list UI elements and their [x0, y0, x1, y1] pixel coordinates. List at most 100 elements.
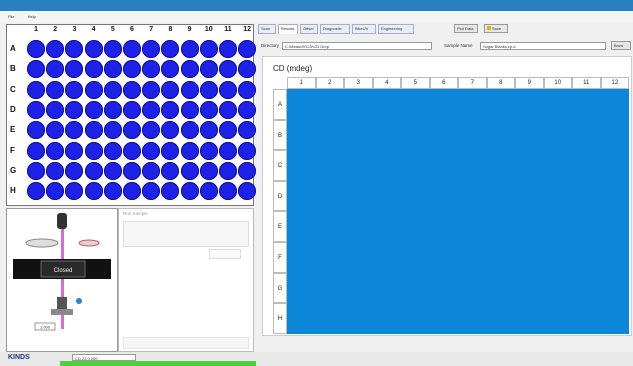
plate-well[interactable]	[46, 100, 65, 119]
plate-well[interactable]	[199, 141, 218, 160]
grid-cell[interactable]	[572, 211, 601, 242]
grid-cell[interactable]	[372, 242, 401, 273]
grid-cell[interactable]	[572, 180, 601, 212]
plate-well[interactable]	[142, 141, 161, 160]
grid-cell[interactable]	[600, 119, 629, 151]
grid-cell[interactable]	[572, 242, 601, 273]
plate-well[interactable]	[142, 60, 161, 79]
plate-well[interactable]	[161, 141, 180, 160]
plate-well[interactable]	[46, 80, 65, 99]
plate-well[interactable]	[123, 121, 141, 140]
plate-well[interactable]	[103, 182, 122, 201]
grid-cell[interactable]	[515, 89, 544, 120]
plate-well[interactable]	[219, 161, 237, 180]
menu-item-help[interactable]: Help	[28, 14, 36, 19]
grid-cell[interactable]	[543, 150, 572, 181]
grid-cell[interactable]	[372, 272, 401, 304]
grid-cell[interactable]	[515, 180, 544, 212]
grid-cell[interactable]	[315, 242, 344, 273]
grid-cell[interactable]	[600, 211, 629, 242]
grid-cell[interactable]	[458, 119, 487, 151]
grid-cell[interactable]	[401, 150, 430, 181]
plate-well[interactable]	[142, 121, 161, 140]
plate-well[interactable]	[180, 141, 199, 160]
plate-well[interactable]	[65, 100, 84, 119]
plate-well[interactable]	[199, 100, 218, 119]
grid-cell[interactable]	[429, 150, 458, 181]
grid-cell[interactable]	[600, 272, 629, 304]
plate-well[interactable]	[123, 161, 141, 180]
plate-well[interactable]	[65, 161, 84, 180]
plate-well[interactable]	[142, 40, 161, 58]
plate-well[interactable]	[219, 141, 237, 160]
plate-well[interactable]	[161, 182, 180, 201]
tab-bikeuv[interactable]: BikeUV	[352, 24, 376, 34]
plate-well[interactable]	[238, 121, 257, 140]
grid-cell[interactable]	[515, 303, 544, 334]
grid-cell[interactable]	[515, 119, 544, 151]
directory-field[interactable]: C:\MeasUV\CD\CD Drop	[282, 42, 432, 50]
plate-well[interactable]	[84, 40, 103, 58]
run-panel-button[interactable]	[209, 249, 241, 259]
grid-cell[interactable]	[315, 150, 344, 181]
grid-cell[interactable]	[287, 119, 316, 151]
plate-well[interactable]	[199, 161, 218, 180]
plate-well[interactable]	[161, 100, 180, 119]
grid-cell[interactable]	[429, 303, 458, 334]
plate-well[interactable]	[142, 80, 161, 99]
plate-well[interactable]	[161, 80, 180, 99]
grid-cell[interactable]	[401, 89, 430, 120]
grid-cell[interactable]	[401, 242, 430, 273]
tab-offset[interactable]: Offset	[300, 24, 318, 34]
plate-well[interactable]	[27, 182, 45, 201]
plate-well[interactable]	[65, 121, 84, 140]
plate-well[interactable]	[123, 182, 141, 201]
plate-well[interactable]	[103, 80, 122, 99]
grid-cell[interactable]	[543, 89, 572, 120]
grid-cell[interactable]	[600, 303, 629, 334]
grid-cell[interactable]	[486, 303, 515, 334]
grid-cell[interactable]	[486, 272, 515, 304]
plate-well[interactable]	[84, 100, 103, 119]
plate-well[interactable]	[219, 121, 237, 140]
grid-cell[interactable]	[372, 150, 401, 181]
sample-disk-left[interactable]	[25, 238, 59, 248]
plate-well[interactable]	[27, 100, 45, 119]
grid-cell[interactable]	[458, 150, 487, 181]
plot-data-button[interactable]: Plot Data	[454, 24, 478, 33]
grid-cell[interactable]	[287, 272, 316, 304]
plate-well[interactable]	[103, 121, 122, 140]
grid-cell[interactable]	[600, 180, 629, 212]
plate-well[interactable]	[123, 80, 141, 99]
grid-cell[interactable]	[543, 272, 572, 304]
grid-cell[interactable]	[572, 89, 601, 120]
grid-cell[interactable]	[315, 211, 344, 242]
plate-well[interactable]	[180, 80, 199, 99]
grid-cell[interactable]	[401, 119, 430, 151]
plate-well[interactable]	[65, 182, 84, 201]
grid-cell[interactable]	[401, 303, 430, 334]
plate-well[interactable]	[238, 182, 257, 201]
plate-well[interactable]	[238, 60, 257, 79]
plate-well[interactable]	[199, 60, 218, 79]
plate-well[interactable]	[84, 161, 103, 180]
grid-cell[interactable]	[401, 272, 430, 304]
grid-cell[interactable]	[315, 119, 344, 151]
grid-cell[interactable]	[372, 89, 401, 120]
plate-well[interactable]	[84, 80, 103, 99]
grid-cell[interactable]	[543, 211, 572, 242]
grid-cell[interactable]	[458, 272, 487, 304]
grid-cell[interactable]	[344, 303, 373, 334]
plate-well[interactable]	[46, 141, 65, 160]
plate-well[interactable]	[219, 40, 237, 58]
grid-cell[interactable]	[315, 180, 344, 212]
plate-well[interactable]	[219, 182, 237, 201]
grid-cell[interactable]	[572, 119, 601, 151]
tab-engineering[interactable]: Engineering	[378, 24, 414, 34]
grid-cell[interactable]	[344, 119, 373, 151]
sample-name-field[interactable]: Sugar Blanks.cp.d	[480, 42, 606, 50]
plate-well[interactable]	[84, 60, 103, 79]
plate-well[interactable]	[103, 141, 122, 160]
grid-cell[interactable]	[429, 242, 458, 273]
plate-well[interactable]	[65, 141, 84, 160]
